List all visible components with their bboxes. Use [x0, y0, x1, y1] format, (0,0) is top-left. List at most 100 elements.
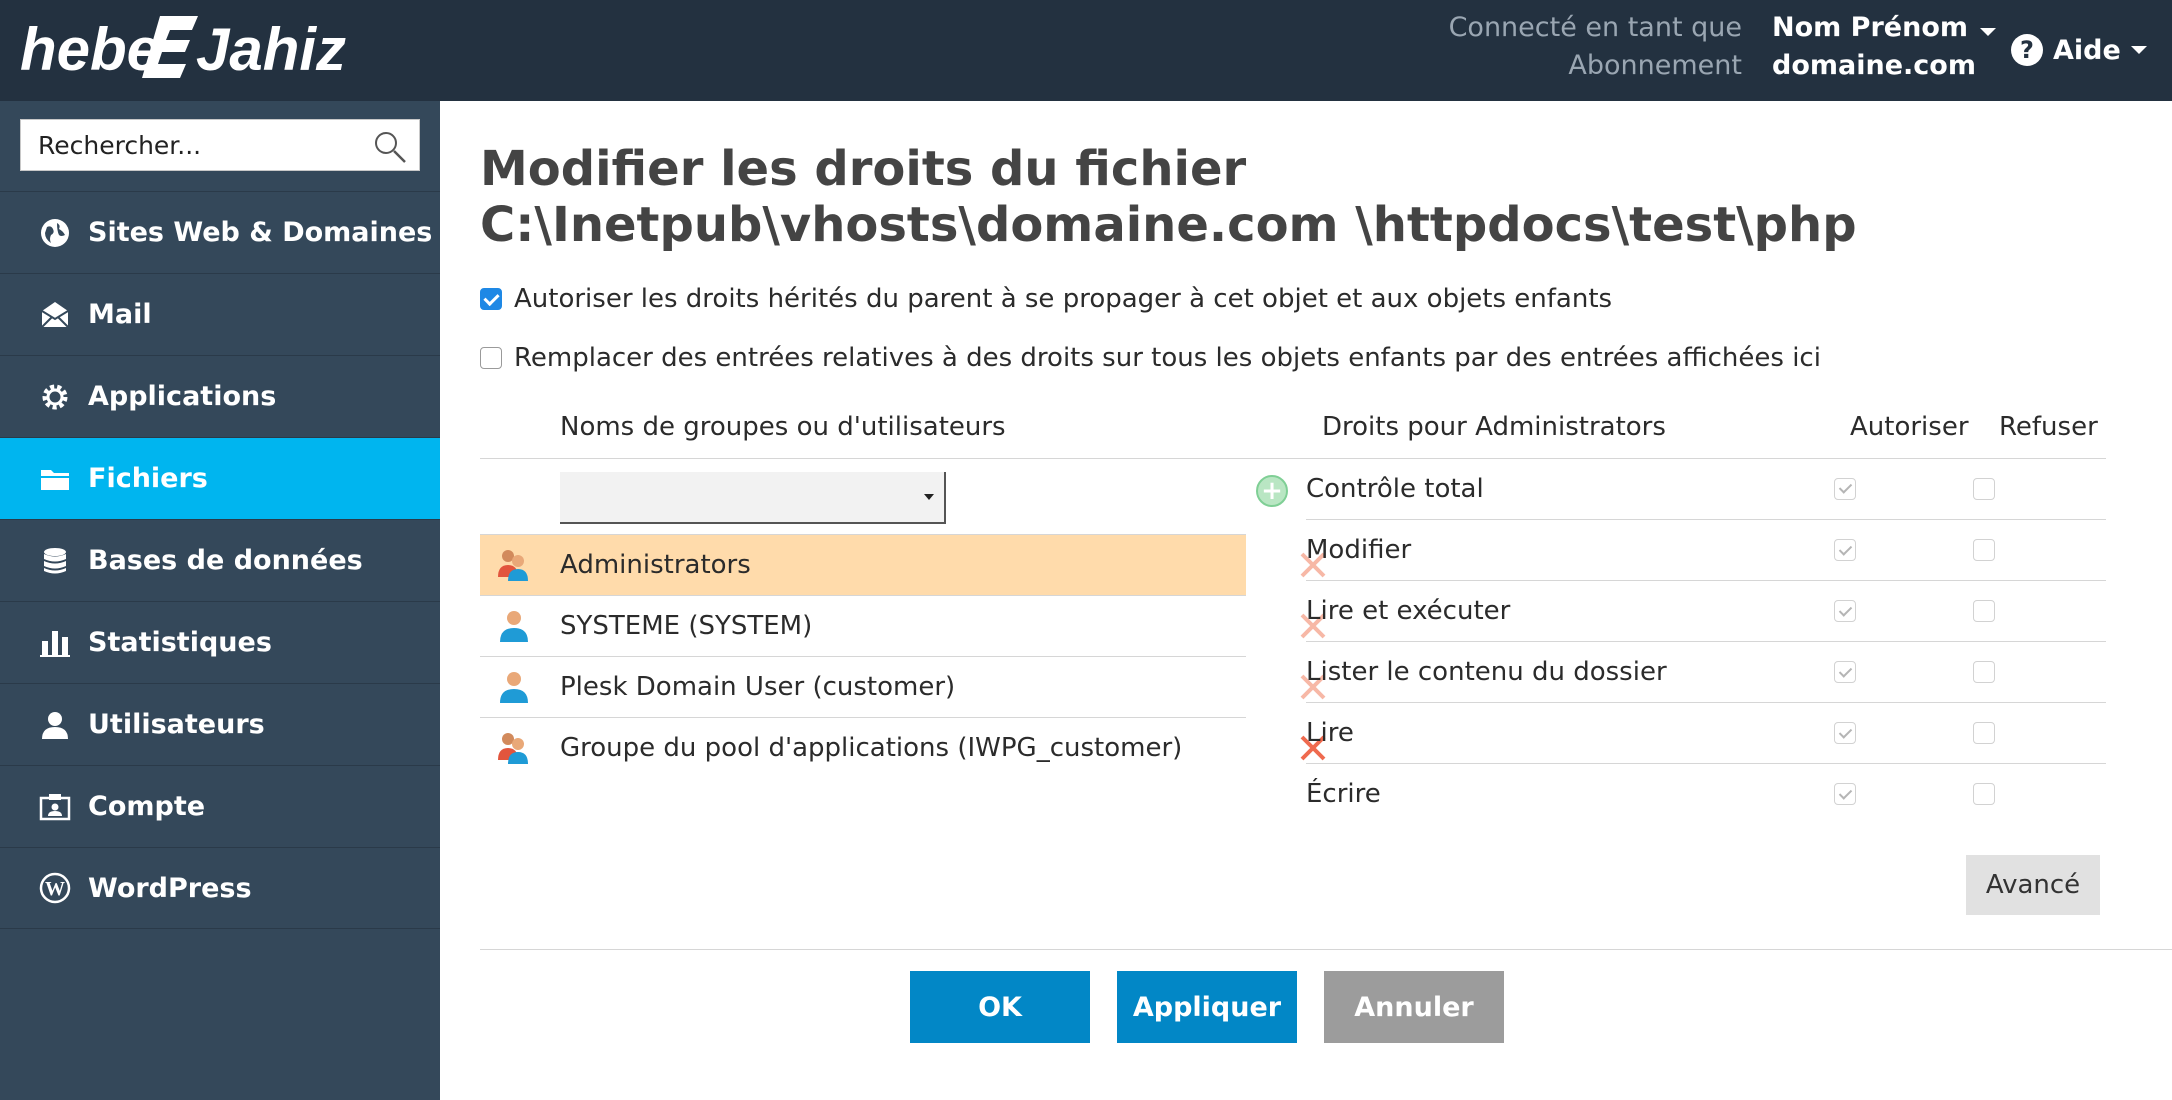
sidebar-item-label: Applications: [88, 381, 277, 412]
help-menu[interactable]: ? Aide: [2011, 30, 2147, 70]
page-title: Modifier les droits du fichier C:\Inetpu…: [480, 141, 1857, 253]
chevron-down-icon[interactable]: [1980, 28, 1996, 36]
right-label: Contrôle total: [1306, 473, 1484, 504]
subscription-value: domaine.com: [1772, 50, 1976, 81]
advanced-button[interactable]: Avancé: [1966, 855, 2100, 915]
deny-checkbox[interactable]: [1973, 783, 1995, 805]
add-user-button[interactable]: +: [1256, 475, 1288, 507]
main-content: Modifier les droits du fichier C:\Inetpu…: [440, 101, 2172, 1100]
help-label: Aide: [2053, 34, 2121, 66]
cancel-button[interactable]: Annuler: [1324, 971, 1504, 1043]
ok-button[interactable]: OK: [910, 971, 1090, 1043]
search-box: [20, 119, 420, 171]
user-icon: [38, 708, 72, 742]
chevron-down-icon: [924, 494, 934, 500]
allow-checkbox[interactable]: [1834, 600, 1856, 622]
sidebar-item-label: Bases de données: [88, 545, 363, 576]
sidebar-item-account[interactable]: Compte: [0, 765, 440, 847]
deny-checkbox[interactable]: [1973, 539, 1995, 561]
user-name: Administrators: [560, 550, 751, 580]
replace-entries-label: Remplacer des entrées relatives à des dr…: [514, 343, 1821, 373]
sidebar-item-sites[interactable]: Sites Web & Domaines: [0, 191, 440, 273]
allow-checkbox[interactable]: [1834, 783, 1856, 805]
user-group-select[interactable]: [560, 472, 946, 524]
sidebar-item-mail[interactable]: Mail: [0, 273, 440, 355]
user-name: Plesk Domain User (customer): [560, 672, 956, 702]
inherit-permissions-checkbox[interactable]: [480, 288, 502, 310]
allow-checkbox[interactable]: [1834, 661, 1856, 683]
user-row-administrators[interactable]: Administrators: [480, 534, 1326, 595]
logged-in-label: Connecté en tant que: [1448, 12, 1742, 43]
inherit-permissions-row[interactable]: Autoriser les droits hérités du parent à…: [480, 284, 1612, 314]
user-row-app-pool-group[interactable]: Groupe du pool d'applications (IWPG_cust…: [480, 717, 1326, 778]
right-row: Contrôle total: [1306, 458, 2106, 519]
sidebar-item-label: Sites Web & Domaines: [88, 217, 433, 248]
user-icon: [500, 611, 528, 642]
sidebar-nav: Sites Web & Domaines Mail Applications F…: [0, 191, 440, 929]
sidebar-item-statistics[interactable]: Statistiques: [0, 601, 440, 683]
deny-checkbox[interactable]: [1973, 600, 1995, 622]
svg-text:hebe: hebe: [20, 16, 160, 83]
sidebar-item-label: Fichiers: [88, 463, 208, 494]
group-icon: [498, 733, 528, 764]
allow-checkbox[interactable]: [1834, 539, 1856, 561]
gear-icon: [38, 380, 72, 414]
deny-column-header: Refuser: [1999, 412, 2098, 442]
sidebar-item-files[interactable]: Fichiers: [0, 437, 440, 519]
right-row: Lister le contenu du dossier: [1306, 641, 2106, 702]
right-row: Modifier: [1306, 519, 2106, 580]
user-name: SYSTEME (SYSTEM): [560, 611, 813, 641]
deny-checkbox[interactable]: [1973, 477, 1995, 500]
replace-entries-row[interactable]: Remplacer des entrées relatives à des dr…: [480, 343, 1821, 373]
sidebar-item-applications[interactable]: Applications: [0, 355, 440, 437]
sidebar-item-wordpress[interactable]: W WordPress: [0, 847, 440, 929]
hebergeur-logo[interactable]: hebe Jahiz: [20, 6, 400, 98]
user-row-plesk-domain-user[interactable]: Plesk Domain User (customer): [480, 656, 1326, 717]
svg-text:W: W: [45, 878, 65, 900]
database-icon: [38, 544, 72, 578]
group-icon: [498, 550, 528, 581]
deny-checkbox[interactable]: [1973, 722, 1995, 744]
sidebar-item-label: Utilisateurs: [88, 709, 265, 740]
users-column-header: Noms de groupes ou d'utilisateurs: [560, 412, 1006, 442]
right-row: Écrire: [1306, 763, 2106, 824]
sidebar-item-databases[interactable]: Bases de données: [0, 519, 440, 601]
user-icon: [500, 672, 528, 703]
apply-button[interactable]: Appliquer: [1117, 971, 1297, 1043]
right-label: Lire: [1306, 718, 1354, 748]
sidebar-item-label: Statistiques: [88, 627, 272, 658]
chevron-down-icon: [2130, 46, 2147, 54]
user-row-system[interactable]: SYSTEME (SYSTEM): [480, 595, 1326, 656]
search-input[interactable]: [21, 120, 351, 170]
allow-checkbox[interactable]: [1834, 722, 1856, 744]
right-row: Lire et exécuter: [1306, 580, 2106, 641]
svg-text:Jahiz: Jahiz: [196, 16, 346, 83]
right-label: Modifier: [1306, 535, 1412, 565]
sidebar-item-label: Mail: [88, 299, 152, 330]
right-row: Lire: [1306, 702, 2106, 763]
user-name: Groupe du pool d'applications (IWPG_cust…: [560, 733, 1183, 763]
envelope-icon: [38, 298, 72, 332]
allow-column-header: Autoriser: [1850, 412, 1969, 442]
sidebar-item-label: WordPress: [88, 872, 252, 904]
search-icon[interactable]: [373, 130, 407, 164]
right-label: Écrire: [1306, 779, 1381, 809]
inherit-permissions-label: Autoriser les droits hérités du parent à…: [514, 284, 1613, 314]
wordpress-icon: W: [38, 871, 72, 905]
allow-checkbox[interactable]: [1834, 477, 1856, 500]
deny-checkbox[interactable]: [1973, 661, 1995, 683]
subscription-label: Abonnement: [1568, 50, 1742, 81]
sidebar-item-label: Compte: [88, 791, 206, 822]
question-circle-icon: ?: [2011, 34, 2043, 66]
footer-divider: [480, 949, 2172, 950]
bar-chart-icon: [38, 626, 72, 660]
sidebar-item-users[interactable]: Utilisateurs: [0, 683, 440, 765]
top-header: hebe Jahiz Connecté en tant que Nom Prén…: [0, 0, 2172, 101]
id-card-icon: [38, 790, 72, 824]
globe-icon: [38, 216, 72, 250]
replace-entries-checkbox[interactable]: [480, 347, 502, 369]
user-name[interactable]: Nom Prénom: [1772, 12, 1968, 43]
rights-column-header: Droits pour Administrators: [1322, 412, 1666, 442]
right-label: Lister le contenu du dossier: [1306, 657, 1667, 687]
right-label: Lire et exécuter: [1306, 596, 1511, 626]
